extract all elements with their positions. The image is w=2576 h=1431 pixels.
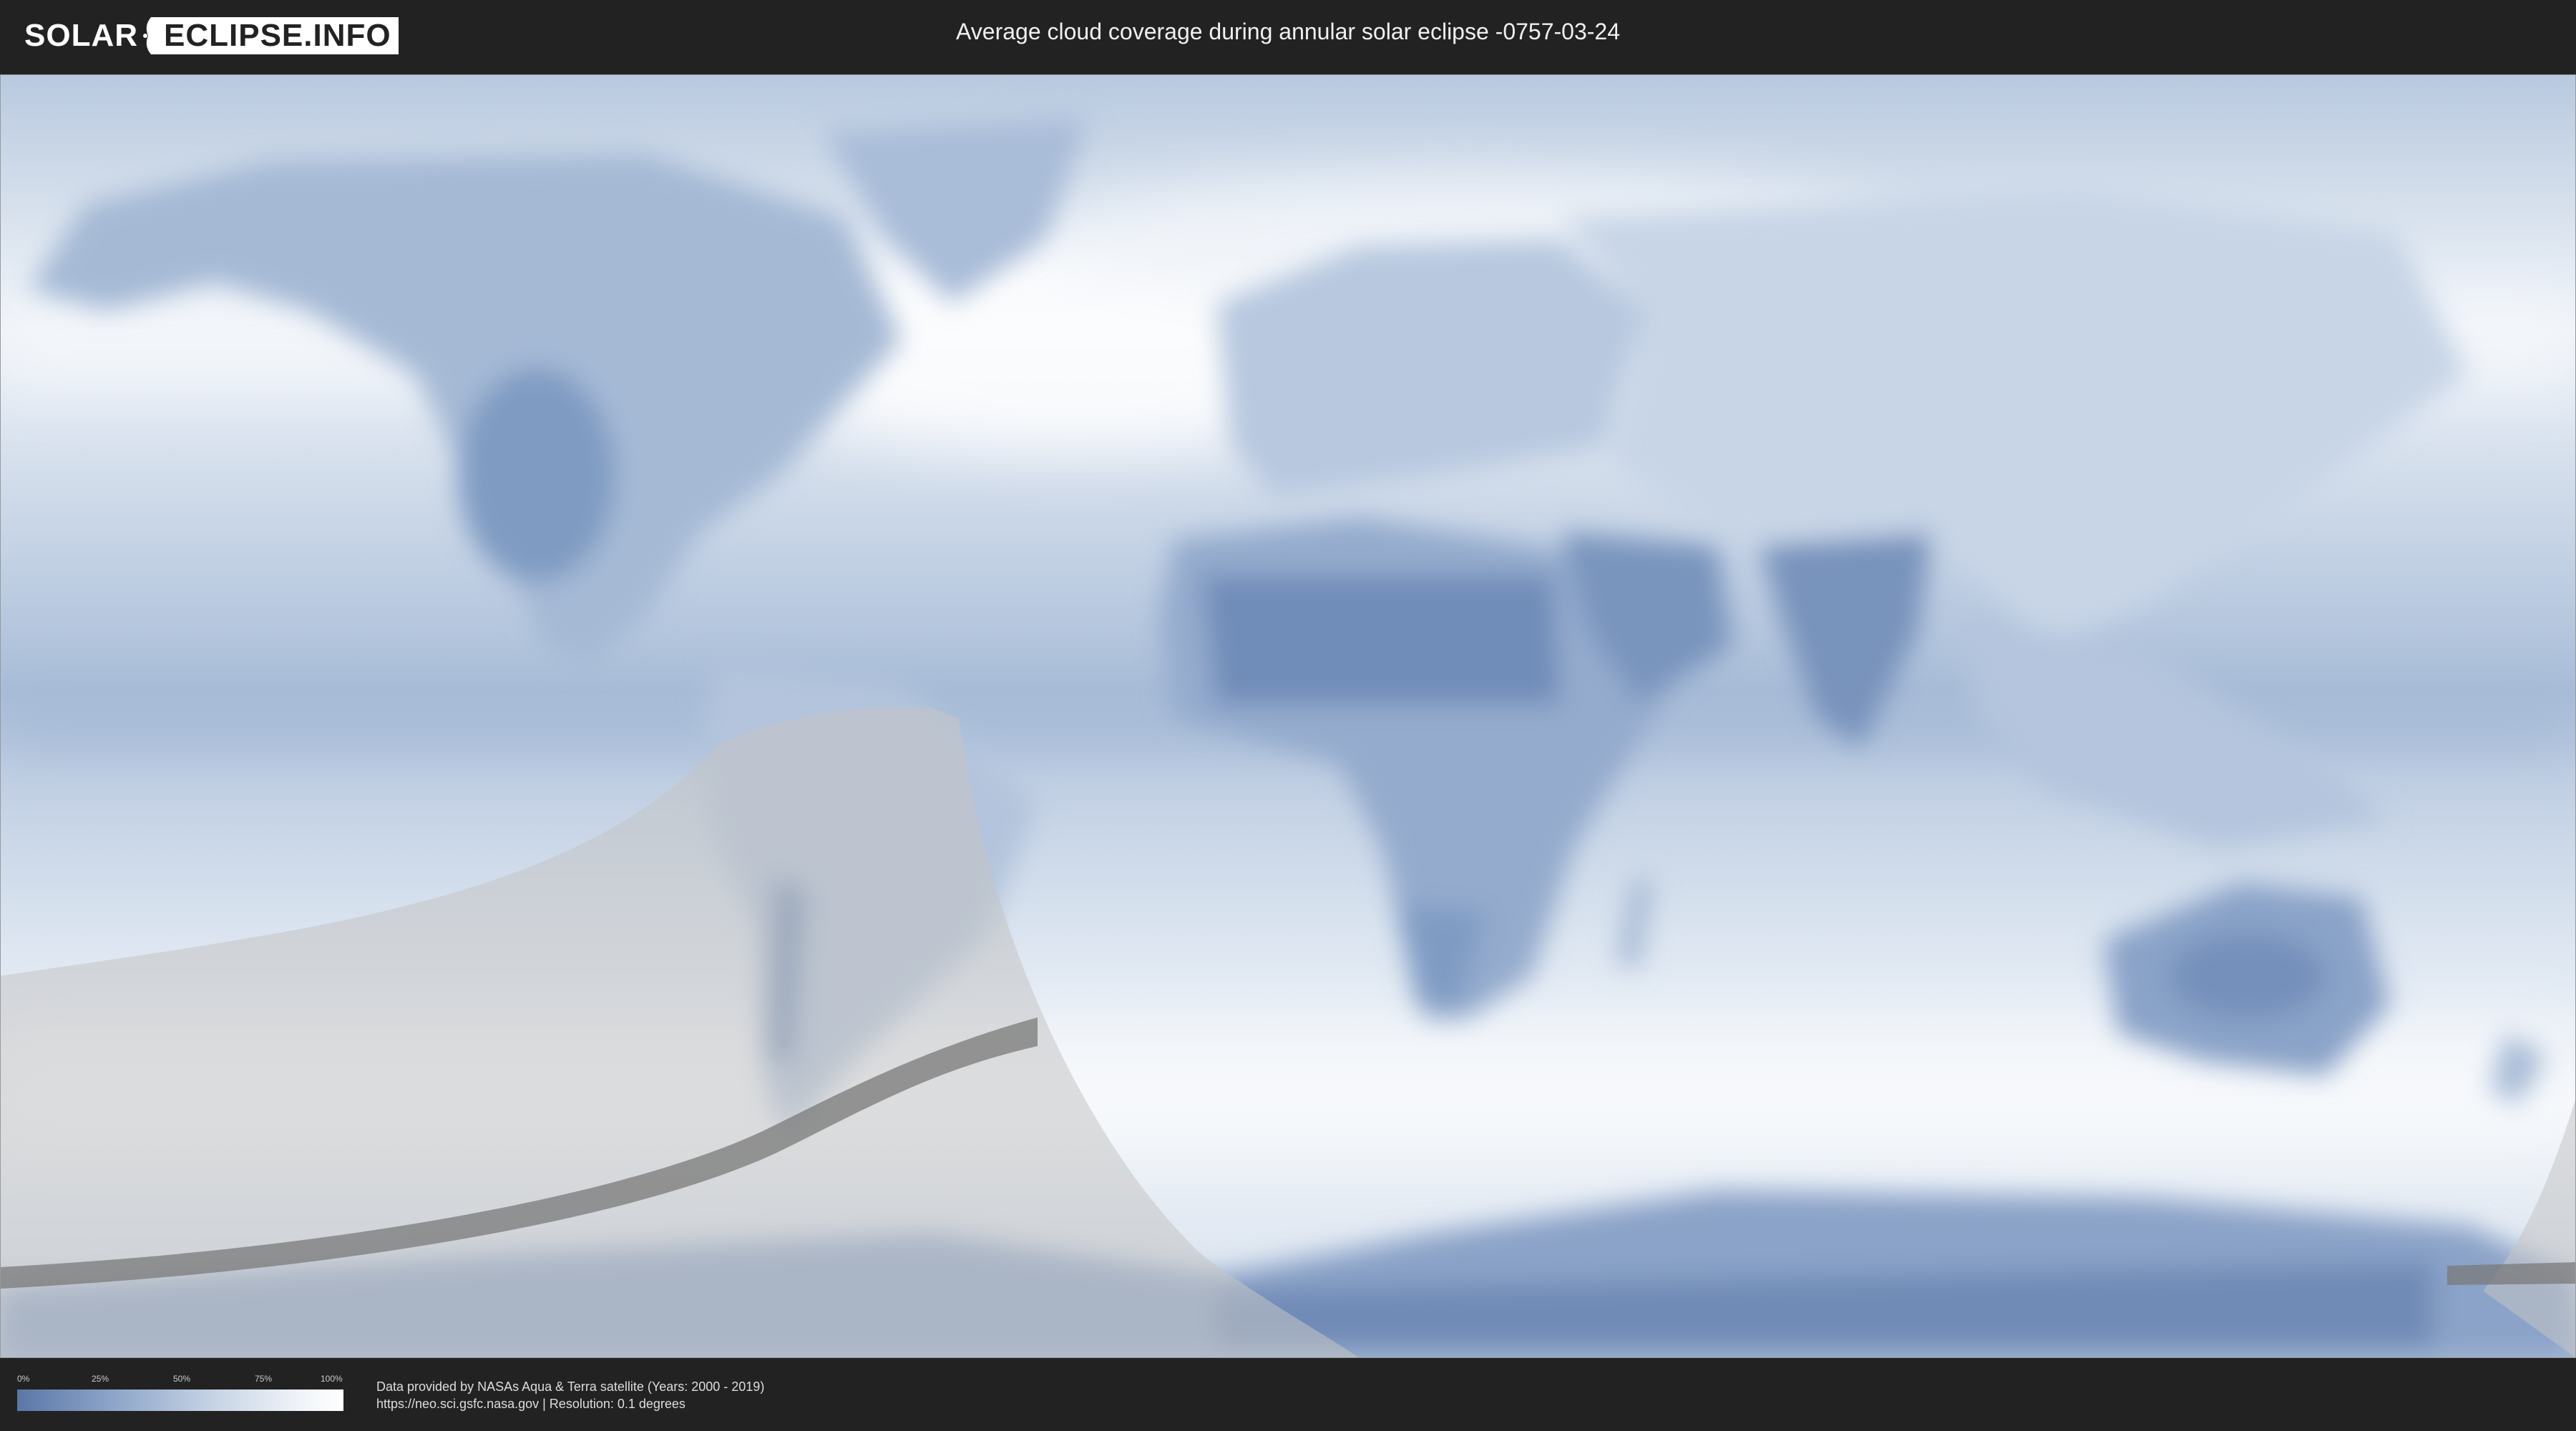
legend-tick: 25% <box>92 1374 109 1384</box>
credits-source: Data provided by NASAs Aqua & Terra sate… <box>376 1379 765 1394</box>
annular-eclipse-path-east <box>2447 1262 2576 1285</box>
cloud-coverage-legend: 0% 25% 50% 75% 100% <box>17 1374 343 1415</box>
header-bar: SOLAR ECLIPSE.INFO Average cloud coverag… <box>0 0 2576 74</box>
cloud-coverage-map[interactable] <box>0 74 2576 1358</box>
world-map-graphic <box>0 74 2576 1358</box>
credits-url[interactable]: https://neo.sci.gsfc.nasa.gov | Resoluti… <box>376 1395 764 1412</box>
legend-tick: 0% <box>17 1374 30 1384</box>
legend-tick: 100% <box>321 1374 343 1384</box>
legend-tick: 50% <box>173 1374 191 1384</box>
legend-tick: 75% <box>255 1374 273 1384</box>
data-credits: Data provided by NASAs Aqua & Terra sate… <box>376 1378 764 1412</box>
legend-ticks: 0% 25% 50% 75% 100% <box>17 1374 343 1387</box>
page-title: Average cloud coverage during annular so… <box>956 19 1620 44</box>
legend-color-bar <box>17 1390 343 1411</box>
